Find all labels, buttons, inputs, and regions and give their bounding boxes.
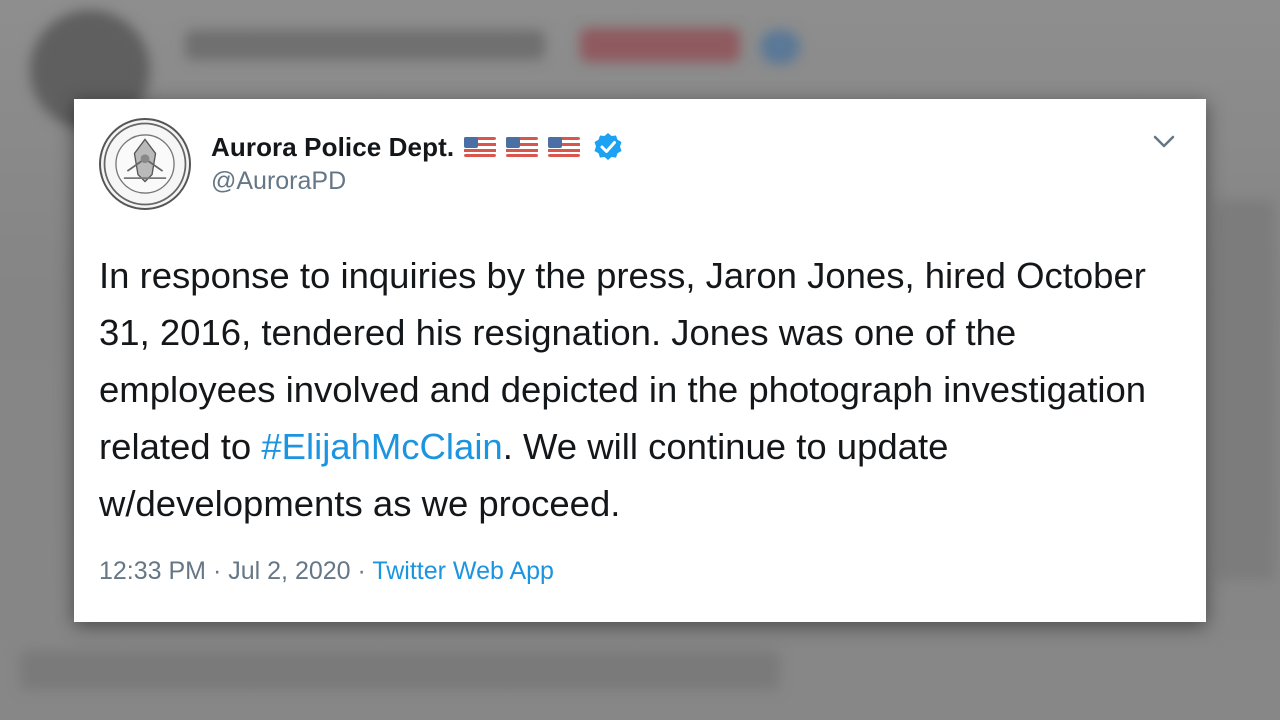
blurred-flags — [580, 28, 740, 62]
tweet-metadata: 12:33 PM · Jul 2, 2020 · Twitter Web App — [99, 557, 554, 586]
meta-separator: · — [357, 557, 366, 585]
tweet-card: Aurora Police Dept. @AuroraPD In respons… — [74, 99, 1206, 622]
police-badge-logo — [103, 122, 187, 206]
us-flag-icon — [548, 137, 581, 157]
blurred-footer — [20, 650, 780, 690]
tweet-date[interactable]: Jul 2, 2020 — [228, 557, 350, 585]
tweet-time[interactable]: 12:33 PM — [99, 557, 206, 585]
avatar[interactable] — [99, 118, 191, 210]
name-row: Aurora Police Dept. — [211, 129, 624, 165]
blurred-name — [185, 30, 545, 60]
chevron-down-icon[interactable] — [1150, 129, 1178, 153]
hashtag-link[interactable]: #ElijahMcClain — [261, 426, 502, 467]
verified-badge-icon — [594, 133, 622, 160]
display-name[interactable]: Aurora Police Dept. — [211, 132, 454, 163]
meta-separator: · — [212, 557, 222, 585]
user-handle[interactable]: @AuroraPD — [211, 167, 346, 196]
tweet-text: In response to inquiries by the press, J… — [99, 247, 1189, 532]
blurred-badge — [760, 30, 800, 64]
us-flag-icon — [506, 137, 539, 157]
tweet-source-link[interactable]: Twitter Web App — [372, 557, 554, 585]
blurred-edge — [1215, 200, 1275, 580]
us-flag-icon — [464, 137, 497, 157]
